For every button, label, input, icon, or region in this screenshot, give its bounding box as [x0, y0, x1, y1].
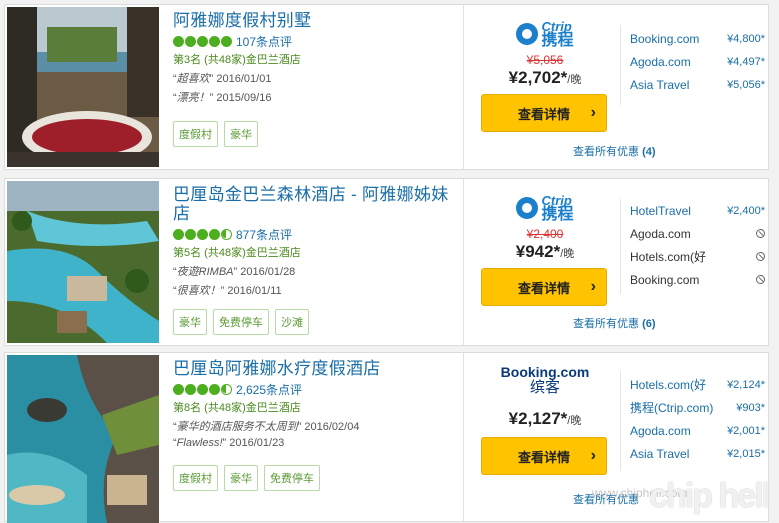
all-deals-link-2[interactable]: 查看所有优惠 (6) — [573, 315, 656, 331]
all-deals-link-1[interactable]: 查看所有优惠 (4) — [573, 143, 656, 159]
provider-row[interactable]: Agoda.com ¥4,497* — [630, 50, 765, 73]
unavailable-icon — [756, 275, 765, 284]
rating-bubbles-icon — [173, 383, 232, 395]
provider-list-2: HotelTravel ¥2,400* Agoda.com Hotels.com(… — [630, 199, 765, 291]
hotel-name-3[interactable]: 巴厘岛阿雅娜水疗度假酒店 — [173, 359, 458, 378]
tag[interactable]: 免费停车 — [213, 309, 269, 335]
rank-1[interactable]: 第3名 (共48家)金巴兰酒店 — [173, 51, 458, 67]
divider — [463, 353, 464, 521]
provider-row: Booking.com — [630, 268, 765, 291]
hotel-card-2: 巴厘岛金巴兰森林酒店 - 阿雅娜姊妹店 877条点评 第5名 (共48家)金巴兰… — [4, 178, 769, 346]
tag[interactable]: 度假村 — [173, 465, 218, 491]
tag[interactable]: 豪华 — [224, 121, 258, 147]
rating-row-1: 107条点评 — [173, 33, 458, 50]
provider-row: Agoda.com — [630, 222, 765, 245]
review-count-2[interactable]: 877条点评 — [236, 226, 292, 243]
view-details-button-3[interactable]: 查看详情 › — [481, 437, 607, 475]
hotel-info-3: 巴厘岛阿雅娜水疗度假酒店 2,625条点评 第8名 (共48家)金巴兰酒店 “豪… — [173, 359, 458, 517]
booking-logo[interactable]: Booking.com 缤客 — [475, 365, 615, 399]
divider — [620, 25, 621, 105]
review-quote[interactable]: “豪华的酒店服务不太周到” 2016/02/04 — [173, 418, 458, 434]
review-quote[interactable]: “超喜欢” 2016/01/01 — [173, 70, 458, 86]
provider-row[interactable]: Hotels.com(好 ¥2,124* — [630, 373, 765, 396]
ctrip-logo[interactable]: Ctrip 携程 — [475, 191, 615, 225]
review-quote[interactable]: “漂亮！” 2015/09/16 — [173, 89, 458, 105]
ctrip-dolphin-icon — [516, 23, 539, 45]
provider-row[interactable]: Agoda.com ¥2,001* — [630, 419, 765, 442]
tag[interactable]: 豪华 — [224, 465, 258, 491]
chevron-right-icon: › — [590, 447, 596, 464]
hotel-info-2: 巴厘岛金巴兰森林酒店 - 阿雅娜姊妹店 877条点评 第5名 (共48家)金巴兰… — [173, 185, 458, 341]
rank-3[interactable]: 第8名 (共48家)金巴兰酒店 — [173, 399, 458, 415]
divider — [620, 371, 621, 471]
review-quote[interactable]: “Flawless!” 2016/01/23 — [173, 437, 458, 449]
offer-block-3: Booking.com 缤客 ¥2,127*/晚 查看详情 › — [475, 361, 615, 475]
view-details-button-1[interactable]: 查看详情 › — [481, 94, 607, 132]
rating-bubbles-icon — [173, 228, 232, 240]
provider-list-3: Hotels.com(好 ¥2,124* 携程(Ctrip.com) ¥903* A… — [630, 373, 765, 465]
hotel-name-2[interactable]: 巴厘岛金巴兰森林酒店 - 阿雅娜姊妹店 — [173, 185, 458, 223]
unavailable-icon — [756, 229, 765, 238]
review-quote[interactable]: “很喜欢！” 2016/01/11 — [173, 282, 458, 298]
provider-list-1: Booking.com ¥4,800* Agoda.com ¥4,497* Asia… — [630, 27, 765, 96]
review-quote[interactable]: “夜遊RIMBA” 2016/01/28 — [173, 263, 458, 279]
tag[interactable]: 度假村 — [173, 121, 218, 147]
tag-list-3: 度假村 豪华 免费停车 — [173, 465, 320, 491]
review-count-1[interactable]: 107条点评 — [236, 33, 292, 50]
view-details-button-2[interactable]: 查看详情 › — [481, 268, 607, 306]
chevron-right-icon: › — [590, 104, 596, 121]
divider — [463, 179, 464, 345]
hotel-card-1: 阿雅娜度假村别墅 107条点评 第3名 (共48家)金巴兰酒店 “超喜欢” 20… — [4, 4, 769, 170]
ctrip-dolphin-icon — [516, 197, 539, 219]
original-price-2: ¥2,400 — [526, 227, 564, 241]
rating-bubbles-icon — [173, 35, 232, 47]
chevron-right-icon: › — [590, 278, 596, 295]
tag[interactable]: 免费停车 — [264, 465, 320, 491]
rank-2[interactable]: 第5名 (共48家)金巴兰酒店 — [173, 244, 458, 260]
deal-price-3: ¥2,127*/晚 — [508, 409, 582, 428]
deal-price-1: ¥2,702*/晚 — [508, 68, 582, 87]
hotel-photo-3[interactable] — [7, 355, 159, 523]
deal-price-2: ¥942*/晚 — [515, 242, 575, 261]
rating-row-3: 2,625条点评 — [173, 381, 458, 398]
hotel-photo-1[interactable] — [7, 7, 159, 167]
provider-row[interactable]: HotelTravel ¥2,400* — [630, 199, 765, 222]
tag-list-1: 度假村 豪华 — [173, 121, 258, 147]
hotel-photo-2[interactable] — [7, 181, 159, 343]
provider-row[interactable]: Asia Travel ¥5,056* — [630, 73, 765, 96]
rating-row-2: 877条点评 — [173, 226, 458, 243]
review-count-3[interactable]: 2,625条点评 — [236, 381, 302, 398]
ctrip-logo[interactable]: Ctrip 携程 — [475, 17, 615, 51]
offer-block-1: Ctrip 携程 ¥5,056 ¥2,702*/晚 查看详情 › — [475, 13, 615, 132]
tag-list-2: 豪华 免费停车 沙滩 — [173, 309, 309, 335]
hotel-info-1: 阿雅娜度假村别墅 107条点评 第3名 (共48家)金巴兰酒店 “超喜欢” 20… — [173, 11, 458, 165]
provider-row: Hotels.com(好 — [630, 245, 765, 268]
divider — [620, 199, 621, 294]
offer-block-2: Ctrip 携程 ¥2,400 ¥942*/晚 查看详情 › — [475, 187, 615, 306]
original-price-1: ¥5,056 — [526, 53, 564, 67]
unavailable-icon — [756, 252, 765, 261]
tag[interactable]: 沙滩 — [275, 309, 309, 335]
provider-row[interactable]: Asia Travel ¥2,015* — [630, 442, 765, 465]
provider-row[interactable]: Booking.com ¥4,800* — [630, 27, 765, 50]
provider-row[interactable]: 携程(Ctrip.com) ¥903* — [630, 396, 765, 419]
watermark-brand: chip hell — [649, 477, 771, 515]
tag[interactable]: 豪华 — [173, 309, 207, 335]
divider — [463, 5, 464, 169]
hotel-name-1[interactable]: 阿雅娜度假村别墅 — [173, 11, 458, 30]
